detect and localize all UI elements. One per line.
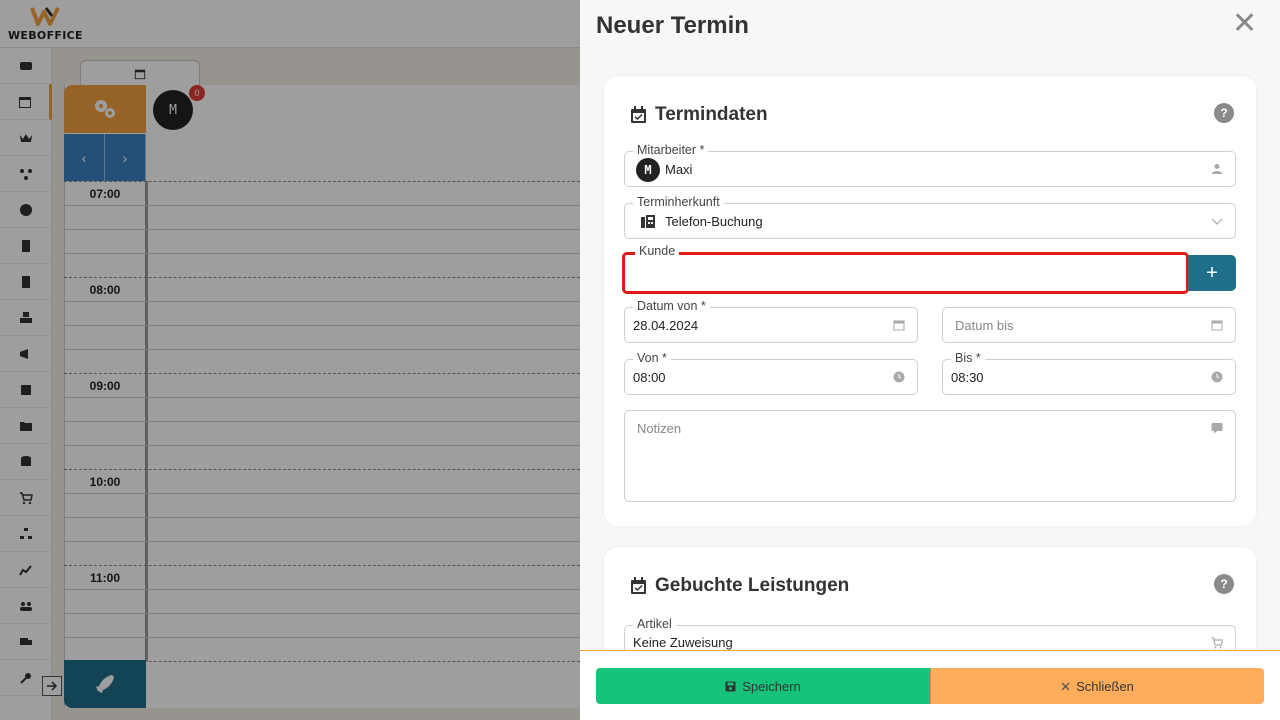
modal-backdrop[interactable] [0, 0, 580, 720]
add-customer-button[interactable]: + [1188, 255, 1236, 291]
termindaten-help-icon[interactable]: ? [1214, 103, 1234, 123]
save-button[interactable]: Speichern [596, 668, 930, 704]
mitarbeiter-value: Maxi [665, 162, 693, 177]
notizen-placeholder: Notizen [637, 421, 682, 436]
action-bar: Speichern Schließen [580, 650, 1280, 720]
comment-icon [1211, 423, 1223, 434]
bis-time-field[interactable]: Bis * 08:30 [942, 351, 1236, 395]
bis-label: Bis * [951, 351, 985, 365]
notizen-textarea[interactable]: Notizen [624, 410, 1236, 502]
close-icon[interactable]: ✕ [1232, 9, 1257, 39]
datum-bis-placeholder: Datum bis [955, 318, 1014, 333]
datum-bis-field[interactable]: Datum bis [942, 307, 1236, 343]
leistungen-title: Gebuchte Leistungen [655, 575, 850, 596]
close-label: Schließen [1076, 678, 1134, 694]
calendar-check-icon [631, 577, 646, 594]
datum-von-field[interactable]: Datum von * 28.04.2024 [624, 299, 918, 343]
save-label: Speichern [742, 678, 801, 694]
kunde-label: Kunde [635, 244, 680, 258]
fax-icon [641, 215, 655, 228]
mitarbeiter-avatar: M [636, 158, 660, 182]
calendar-icon [1211, 320, 1223, 331]
terminherkunft-select[interactable]: Terminherkunft Telefon-Buchung [624, 195, 1236, 239]
panel-title: Neuer Termin [596, 12, 749, 39]
artikel-label: Artikel [633, 617, 676, 631]
close-button[interactable]: Schließen [930, 668, 1264, 704]
datum-von-label: Datum von * [633, 299, 710, 313]
von-time-field[interactable]: Von * 08:00 [624, 351, 918, 395]
floppy-icon [725, 681, 736, 691]
von-label: Von * [633, 351, 671, 365]
termindaten-title: Termindaten [655, 104, 768, 125]
terminherkunft-label: Terminherkunft [633, 195, 724, 209]
von-value: 08:00 [633, 370, 666, 385]
mitarbeiter-field[interactable]: Mitarbeiter * M Maxi [624, 143, 1236, 187]
termindaten-header: Termindaten [630, 104, 768, 126]
cart-icon [1211, 637, 1223, 649]
clock-icon [893, 371, 905, 383]
kunde-input[interactable]: Kunde [622, 244, 1189, 294]
chevron-down-icon [1211, 218, 1223, 225]
mitarbeiter-label: Mitarbeiter * [633, 143, 709, 157]
leistungen-header: Gebuchte Leistungen [630, 575, 849, 597]
calendar-icon [893, 320, 905, 331]
leistungen-help-icon[interactable]: ? [1214, 574, 1234, 594]
clock-icon [1211, 371, 1223, 383]
new-appointment-panel: Neuer Termin ✕ Termindaten ? Mitarbeiter… [580, 0, 1280, 720]
user-icon [1212, 164, 1222, 174]
termindaten-card: Termindaten ? Mitarbeiter * M Maxi Termi… [604, 76, 1256, 526]
calendar-check-icon [631, 106, 646, 123]
artikel-value: Keine Zuweisung [633, 635, 733, 650]
bis-value: 08:30 [951, 370, 984, 385]
terminherkunft-value: Telefon-Buchung [665, 214, 763, 229]
datum-von-value: 28.04.2024 [633, 318, 699, 333]
x-icon [1061, 682, 1070, 690]
